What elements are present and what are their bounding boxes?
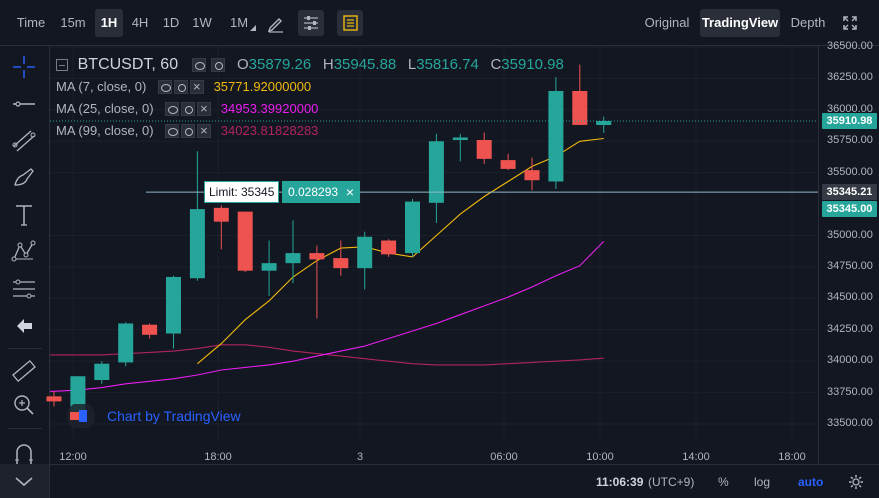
ma7-eye-icon[interactable] — [157, 79, 172, 94]
candle-body — [237, 211, 253, 271]
ma25-value: 34953.39920000 — [220, 101, 319, 116]
ma25-label: MA (25, close, 0) — [56, 101, 154, 116]
price-tick-label: 34500.00 — [827, 291, 873, 304]
price-tick-label: 33500.00 — [827, 417, 873, 429]
crosshair-price-tag: 35345.21 — [822, 184, 877, 201]
ma99-eye-icon[interactable] — [165, 123, 180, 138]
time-tick-label: 06:00 — [490, 451, 518, 463]
time-tick-label: 18:00 — [204, 451, 232, 463]
candle-body — [405, 201, 420, 254]
last-price-tag: 35910.98 — [822, 113, 877, 130]
chart-legend: BTCUSDT, 60 O35879.26 H35945.88 L35816.7… — [56, 54, 564, 142]
price-tick-label: 34750.00 — [827, 259, 873, 272]
clock: 11:06:39 — [596, 475, 644, 489]
ma99-value: 34023.81828283 — [220, 123, 319, 138]
candle-body — [94, 363, 110, 381]
price-tick-label: 36500.00 — [827, 40, 873, 52]
ma99-label: MA (99, close, 0) — [56, 123, 154, 138]
log-toggle[interactable]: log — [754, 465, 770, 498]
symbol-row: BTCUSDT, 60 O35879.26 H35945.88 L35816.7… — [56, 54, 564, 76]
ma7-row: MA (7, close, 0) 35771.92000000 — [56, 76, 564, 98]
time-tick-label: 12:00 — [59, 451, 87, 463]
price-tick-label: 33750.00 — [827, 385, 873, 398]
candle-body — [142, 324, 158, 335]
watermark-text: Chart by TradingView — [107, 408, 241, 424]
candle-body — [596, 121, 612, 126]
candle-body — [500, 160, 516, 169]
ma99-gear-icon[interactable] — [181, 123, 196, 138]
limit-price-label[interactable]: Limit: 35345 — [204, 181, 280, 204]
candle-body — [476, 139, 492, 159]
price-tick-label: 34250.00 — [827, 322, 873, 335]
ma25-gear-icon[interactable] — [181, 101, 196, 116]
time-tick-label: 18:00 — [778, 451, 806, 463]
chart-settings-icon[interactable] — [848, 474, 864, 490]
time-tick-label: 3 — [356, 451, 364, 463]
candle-body — [46, 396, 62, 402]
ma25-line — [50, 241, 605, 392]
percent-toggle[interactable]: % — [718, 465, 729, 498]
settings-gear-icon[interactable] — [211, 57, 226, 72]
candle-body — [285, 253, 301, 264]
candle-body — [213, 207, 229, 222]
time-tick-label: 10:00 — [586, 451, 614, 463]
close-value: 35910.98 — [501, 56, 564, 73]
limit-price-tag: 35345.00 — [822, 201, 877, 218]
ma7-gear-icon[interactable] — [173, 79, 188, 94]
candle-body — [189, 209, 205, 279]
collapse-legend-icon[interactable] — [56, 58, 68, 71]
price-tick-label: 35000.00 — [827, 228, 873, 241]
candle-body — [428, 141, 444, 203]
low-value: 35816.74 — [416, 56, 479, 73]
ma7-label: MA (7, close, 0) — [56, 79, 147, 94]
ma25-eye-icon[interactable] — [165, 101, 180, 116]
tradingview-logo-icon — [67, 404, 95, 428]
low-label: L — [407, 56, 417, 73]
auto-scale-toggle[interactable]: auto — [798, 465, 823, 498]
ma99-close-icon[interactable] — [197, 120, 212, 142]
symbol-title: BTCUSDT, 60 — [77, 56, 179, 73]
price-tick-label: 35750.00 — [827, 134, 873, 147]
ma99-row: MA (99, close, 0) 34023.81828283 — [56, 120, 564, 142]
chart-bottom-bar: 11:06:39 (UTC+9) % log auto — [50, 464, 879, 498]
candle-body — [333, 258, 349, 269]
candle-body — [309, 253, 325, 260]
candle-body — [166, 276, 181, 334]
candle-body — [118, 323, 134, 363]
ma7-value: 35771.92000000 — [213, 79, 312, 94]
candle-body — [572, 90, 588, 125]
time-tick-label: 14:00 — [682, 451, 710, 463]
candle-body — [524, 170, 540, 181]
high-value: 35945.88 — [333, 56, 397, 73]
price-tick-label: 36250.00 — [827, 71, 873, 84]
ma25-row: MA (25, close, 0) 34953.39920000 — [56, 98, 564, 120]
visibility-eye-icon[interactable] — [191, 57, 206, 72]
candle-body — [357, 236, 373, 269]
ma7-close-icon[interactable] — [189, 76, 204, 98]
timezone[interactable]: (UTC+9) — [648, 465, 694, 498]
open-value: 35879.26 — [248, 56, 312, 73]
close-label: C — [490, 56, 502, 73]
price-tick-label: 34000.00 — [827, 354, 873, 367]
high-label: H — [322, 56, 334, 73]
candle-body — [381, 240, 397, 255]
candle-body — [261, 263, 277, 271]
price-tick-label: 35500.00 — [827, 165, 873, 178]
cancel-order-icon[interactable]: × — [340, 181, 360, 203]
ma25-close-icon[interactable] — [197, 98, 212, 120]
open-label: O — [236, 56, 249, 73]
